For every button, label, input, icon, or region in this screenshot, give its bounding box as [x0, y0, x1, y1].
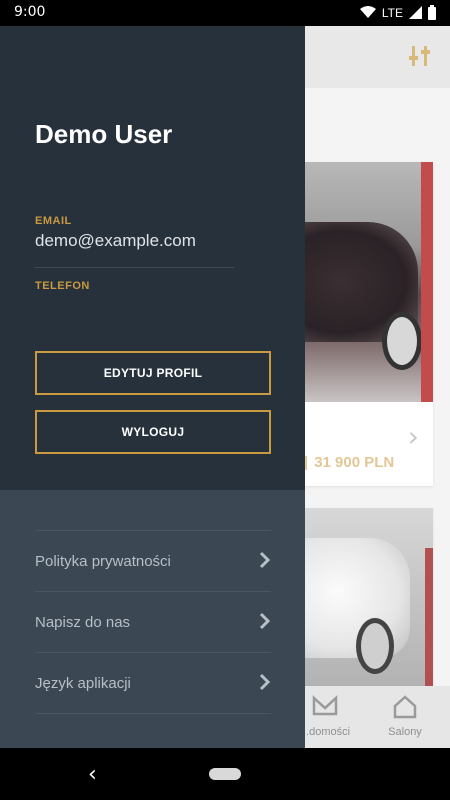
email-label: EMAIL	[35, 215, 72, 227]
car-photo	[290, 508, 433, 698]
chevron-right-icon: ›	[407, 420, 419, 453]
messages-icon	[312, 695, 338, 716]
menu-item-label: Polityka prywatności	[35, 552, 171, 570]
status-time: 9:00	[14, 4, 46, 20]
home-icon	[393, 695, 417, 719]
nav-salony[interactable]: Salony	[360, 686, 450, 748]
home-pill[interactable]	[209, 768, 241, 780]
filter-sliders-icon[interactable]	[408, 44, 432, 68]
navigation-drawer: Demo User EMAIL demo@example.com TELEFON…	[0, 26, 305, 748]
user-name: Demo User	[35, 119, 173, 149]
phone-label: TELEFON	[35, 280, 90, 292]
chevron-right-icon	[259, 673, 271, 691]
wifi-icon	[359, 6, 376, 18]
menu-item-contact-us[interactable]: Napisz do nas	[35, 591, 271, 652]
car-photo	[290, 162, 433, 402]
car-price: | 31 900 PLN	[304, 454, 395, 471]
menu-item-label: Napisz do nas	[35, 613, 131, 631]
car-listing-card[interactable]: › | 31 900 PLN	[290, 162, 433, 486]
menu-item-app-language[interactable]: Język aplikacji	[35, 652, 271, 714]
chevron-right-icon	[259, 551, 271, 569]
divider	[35, 267, 235, 268]
logout-button[interactable]: WYLOGUJ	[35, 410, 271, 454]
drawer-menu: Polityka prywatności Napisz do nas Język…	[35, 530, 271, 714]
drawer-profile-section: Demo User EMAIL demo@example.com TELEFON…	[0, 26, 305, 490]
battery-icon	[428, 5, 436, 20]
network-type: LTE	[381, 5, 403, 20]
car-listing-card[interactable]	[290, 508, 433, 698]
edit-profile-button[interactable]: EDYTUJ PROFIL	[35, 351, 271, 395]
system-navigation-bar: ‹	[0, 748, 450, 800]
menu-item-privacy-policy[interactable]: Polityka prywatności	[35, 530, 271, 591]
status-icons: LTE	[359, 5, 436, 20]
chevron-right-icon	[259, 612, 271, 630]
signal-icon	[409, 6, 422, 19]
back-icon[interactable]: ‹	[88, 762, 97, 787]
email-value: demo@example.com	[35, 231, 196, 250]
status-bar: 9:00 LTE	[0, 0, 450, 26]
menu-item-label: Język aplikacji	[35, 674, 131, 692]
